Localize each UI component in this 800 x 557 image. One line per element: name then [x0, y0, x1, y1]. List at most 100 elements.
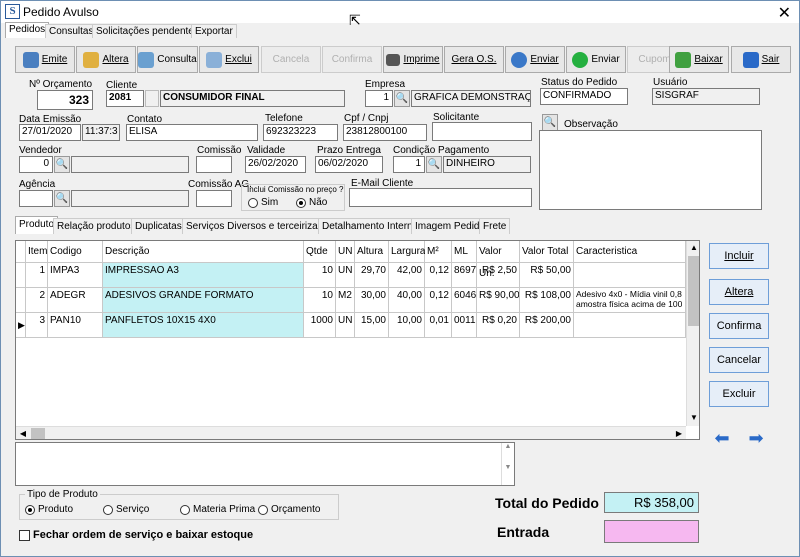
col-largura[interactable]: Largura	[389, 241, 425, 263]
table-row-valor-total[interactable]: R$ 50,00	[520, 263, 574, 288]
table-row-codigo[interactable]: PAN10	[48, 313, 103, 338]
agencia-code-field[interactable]	[19, 190, 53, 207]
observacao-textarea[interactable]	[539, 130, 762, 210]
table-row-m2[interactable]: 0,12	[425, 263, 452, 288]
table-row-m2[interactable]: 0,01	[425, 313, 452, 338]
table-row-un[interactable]: UN	[336, 313, 355, 338]
tipo-produto-radio[interactable]: Produto	[25, 504, 73, 515]
col-ml[interactable]: ML	[452, 241, 477, 263]
tab-consultas[interactable]: Consultas	[45, 24, 98, 38]
gera-os-button[interactable]: Gera O.S.	[444, 46, 504, 73]
col-qtde[interactable]: Qtde	[304, 241, 336, 263]
emite-button[interactable]: Emite	[15, 46, 75, 73]
col-caracteristica[interactable]: Caracteristica	[574, 241, 686, 263]
sair-button[interactable]: Sair	[731, 46, 791, 73]
detail-tab-produto[interactable]: Produto	[15, 216, 59, 234]
current-row-indicator-icon[interactable]: ▶	[16, 313, 26, 338]
table-row-largura[interactable]: 10,00	[389, 313, 425, 338]
table-row-altura[interactable]: 15,00	[355, 313, 389, 338]
table-row-item[interactable]: 1	[26, 263, 48, 288]
detail-tab-detalhamento[interactable]: Detalhamento Interno	[318, 218, 423, 234]
tipo-materia-prima-radio[interactable]: Materia Prima	[180, 504, 255, 515]
confirma-toolbar-button[interactable]: Confirma	[322, 46, 382, 73]
validade-field[interactable]: 26/02/2020	[245, 156, 306, 173]
table-row-caracteristica[interactable]: Adesivo 4x0 - Mídia vinil 0,8 amostra fí…	[574, 288, 686, 313]
table-row-largura[interactable]: 42,00	[389, 263, 425, 288]
table-row-caracteristica[interactable]	[574, 263, 686, 288]
incluir-button[interactable]: Incluir	[709, 243, 769, 269]
observacao-search-icon[interactable]: 🔍	[542, 114, 558, 131]
empresa-code-field[interactable]: 1	[365, 90, 393, 107]
condicao-code-field[interactable]: 1	[393, 156, 425, 173]
memo-scrollbar[interactable]: ▲ ▼	[501, 443, 514, 485]
data-emissao-field[interactable]: 27/01/2020	[19, 124, 81, 141]
tab-solicitacoes[interactable]: Solicitações pendentes	[92, 24, 203, 38]
comissao-ag-field[interactable]	[196, 190, 232, 207]
scroll-right-icon[interactable]: ▶	[672, 427, 686, 439]
table-row-item[interactable]: 3	[26, 313, 48, 338]
comissao-field[interactable]	[196, 156, 232, 173]
consulta-button[interactable]: Consulta	[137, 46, 198, 73]
vendedor-search-icon[interactable]: 🔍	[54, 156, 70, 173]
enviar-whatsapp-button[interactable]: Enviar	[566, 46, 626, 73]
table-row-un[interactable]: UN	[336, 263, 355, 288]
excluir-button[interactable]: Excluir	[709, 381, 769, 407]
cliente-code-field[interactable]: 2081	[106, 90, 144, 107]
table-row-qtde[interactable]: 1000	[304, 313, 336, 338]
table-row-qtde[interactable]: 10	[304, 263, 336, 288]
table-row-altura[interactable]: 29,70	[355, 263, 389, 288]
hora-field[interactable]: 11:37:3	[82, 124, 120, 141]
vertical-scrollbar[interactable]: ▲ ▼	[686, 241, 699, 426]
col-valor-un[interactable]: Valor Un.	[477, 241, 520, 279]
col-descricao[interactable]: Descrição	[103, 241, 304, 263]
previous-arrow-icon[interactable]: ⬅	[709, 428, 735, 450]
horizontal-scroll-thumb[interactable]	[31, 428, 45, 439]
detail-tab-duplicatas[interactable]: Duplicatas	[131, 218, 186, 234]
empresa-search-icon[interactable]: 🔍	[394, 90, 410, 107]
comissao-nao-radio[interactable]: Não	[296, 197, 327, 208]
tipo-orcamento-radio[interactable]: Orçamento	[258, 504, 320, 515]
col-valor-total[interactable]: Valor Total	[520, 241, 574, 263]
telefone-field[interactable]: 692323223	[263, 124, 338, 141]
memo-textarea[interactable]	[15, 442, 515, 486]
table-row-valor-total[interactable]: R$ 200,00	[520, 313, 574, 338]
enviar-email-button[interactable]: Enviar	[505, 46, 565, 73]
row-indicator[interactable]	[16, 263, 26, 288]
col-un[interactable]: UN	[336, 241, 355, 263]
vendedor-code-field[interactable]: 0	[19, 156, 53, 173]
col-altura[interactable]: Altura	[355, 241, 389, 263]
confirma-button[interactable]: Confirma	[709, 313, 769, 339]
col-item[interactable]: Item	[26, 241, 48, 263]
row-indicator[interactable]	[16, 288, 26, 313]
email-field[interactable]	[349, 188, 532, 207]
tab-pedidos[interactable]: Pedidos	[5, 22, 50, 38]
table-row-ml[interactable]: 60464	[452, 288, 477, 313]
table-row-altura[interactable]: 30,00	[355, 288, 389, 313]
table-row-descricao[interactable]: PANFLETOS 10X15 4X0	[103, 313, 304, 338]
table-row-valor-un[interactable]: R$ 2,50	[477, 263, 520, 288]
table-row-codigo[interactable]: IMPA3	[48, 263, 103, 288]
table-row-descricao[interactable]: ADESIVOS GRANDE FORMATO	[103, 288, 304, 313]
agencia-search-icon[interactable]: 🔍	[54, 190, 70, 207]
prazo-field[interactable]: 06/02/2020	[315, 156, 383, 173]
imprime-button[interactable]: Imprime	[383, 46, 443, 73]
table-row-valor-un[interactable]: R$ 0,20	[477, 313, 520, 338]
detail-tab-servicos[interactable]: Serviços Diversos e terceirizados	[182, 218, 338, 234]
table-row-item[interactable]: 2	[26, 288, 48, 313]
exclui-button[interactable]: Exclui	[199, 46, 259, 73]
next-arrow-icon[interactable]: ➡	[743, 428, 769, 450]
cancela-button[interactable]: Cancela	[261, 46, 321, 73]
checkbox-box[interactable]	[19, 529, 30, 541]
tab-exportar[interactable]: Exportar	[191, 24, 237, 38]
contato-field[interactable]: ELISA	[126, 124, 258, 141]
table-row-caracteristica[interactable]	[574, 313, 686, 338]
entrada-field[interactable]	[604, 520, 699, 543]
tipo-servico-radio[interactable]: Serviço	[103, 504, 149, 515]
scroll-up-icon[interactable]: ▲	[687, 241, 699, 255]
altera-item-button[interactable]: Altera	[709, 279, 769, 305]
table-row-qtde[interactable]: 10	[304, 288, 336, 313]
comissao-sim-radio[interactable]: Sim	[248, 197, 278, 208]
table-row-codigo[interactable]: ADEGR	[48, 288, 103, 313]
table-row-descricao[interactable]: IMPRESSAO A3	[103, 263, 304, 288]
vertical-scroll-thumb[interactable]	[688, 256, 699, 326]
